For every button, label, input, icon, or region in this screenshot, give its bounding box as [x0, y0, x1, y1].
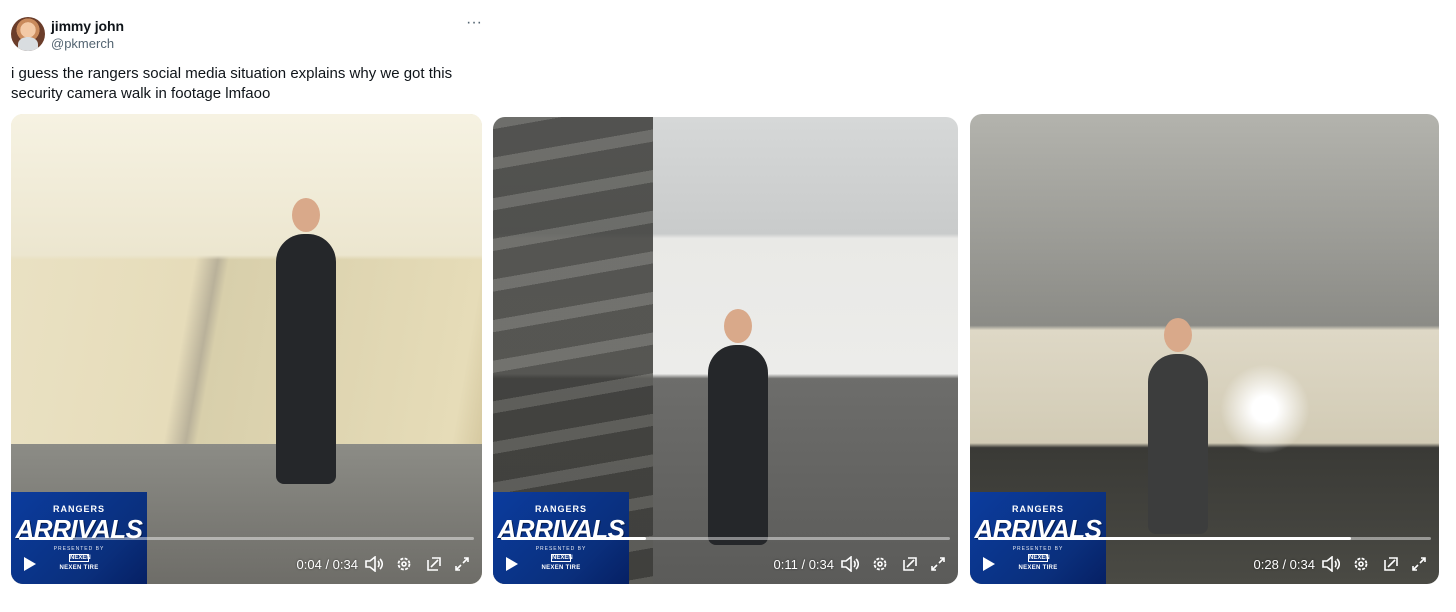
video-controls: 0:28 / 0:34: [970, 544, 1439, 584]
play-icon[interactable]: [21, 554, 39, 574]
more-options-icon[interactable]: ···: [462, 14, 486, 34]
video-controls: 0:11 / 0:34: [493, 544, 958, 584]
play-icon[interactable]: [980, 554, 998, 574]
person-figure: [708, 309, 768, 545]
video-time: 0:04 / 0:34: [296, 556, 358, 572]
badge-main: ARRIVALS: [974, 514, 1102, 544]
video-player-3[interactable]: RANGERS ARRIVALS PRESENTED BY NEXEN NEXE…: [970, 114, 1439, 584]
video-player-2[interactable]: RANGERS ARRIVALS PRESENTED BY NEXEN NEXE…: [493, 117, 958, 584]
volume-icon[interactable]: [364, 554, 384, 574]
play-icon[interactable]: [503, 554, 521, 574]
author-name[interactable]: jimmy john: [51, 18, 124, 34]
video-time: 0:28 / 0:34: [1253, 556, 1315, 572]
volume-icon[interactable]: [1321, 554, 1341, 574]
video-time: 0:11 / 0:34: [773, 556, 834, 572]
fullscreen-icon[interactable]: [928, 554, 948, 574]
badge-top: RANGERS: [534, 504, 587, 514]
badge-main: ARRIVALS: [15, 514, 143, 544]
video-player-1[interactable]: RANGERS ARRIVALS PRESENTED BY NEXEN NEXE…: [11, 114, 482, 584]
person-figure: [1148, 318, 1208, 534]
gear-icon[interactable]: [394, 554, 414, 574]
fullscreen-icon[interactable]: [452, 554, 472, 574]
progress-fill: [19, 537, 73, 540]
volume-icon[interactable]: [840, 554, 860, 574]
badge-top: RANGERS: [1011, 504, 1064, 514]
picture-in-picture-icon[interactable]: [900, 554, 920, 574]
progress-bar[interactable]: [978, 537, 1431, 540]
author-handle[interactable]: @pkmerch: [51, 36, 114, 51]
video-controls: 0:04 / 0:34: [11, 544, 482, 584]
progress-bar[interactable]: [19, 537, 474, 540]
gear-icon[interactable]: [1351, 554, 1371, 574]
tweet-text: i guess the rangers social media situati…: [11, 65, 453, 102]
badge-main: ARRIVALS: [497, 514, 625, 544]
fullscreen-icon[interactable]: [1409, 554, 1429, 574]
avatar[interactable]: [11, 17, 45, 51]
progress-fill: [501, 537, 647, 540]
picture-in-picture-icon[interactable]: [1381, 554, 1401, 574]
badge-top: RANGERS: [52, 504, 105, 514]
gear-icon[interactable]: [870, 554, 890, 574]
picture-in-picture-icon[interactable]: [424, 554, 444, 574]
person-figure: [276, 198, 336, 484]
progress-bar[interactable]: [501, 537, 950, 540]
progress-fill: [978, 537, 1352, 540]
